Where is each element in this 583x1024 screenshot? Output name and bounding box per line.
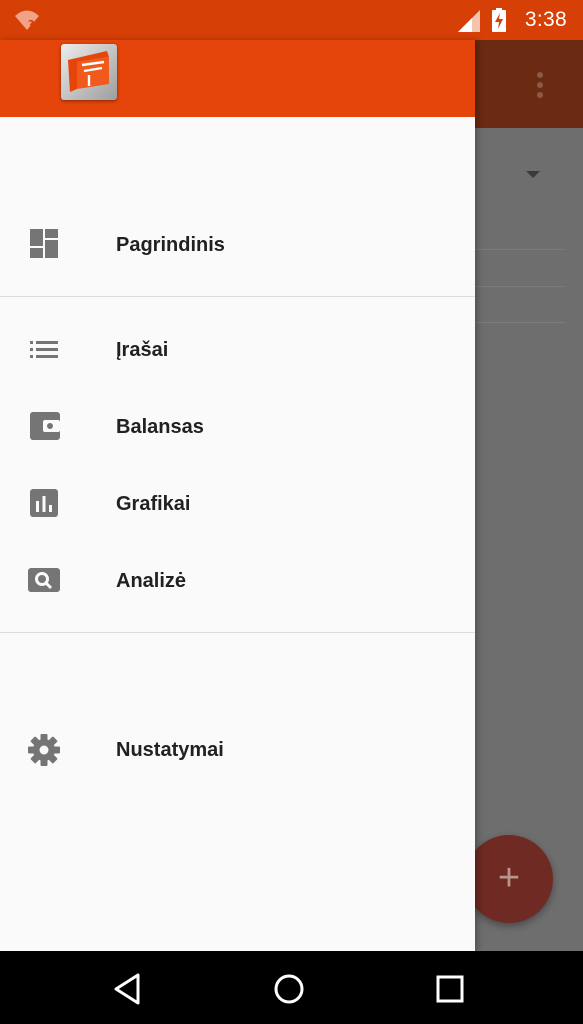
navigation-drawer: Pagrindinis Įrašai Balansas Grafikai Ana… — [0, 40, 475, 951]
status-bar: ? 3:38 — [0, 0, 583, 40]
gear-icon — [26, 734, 62, 766]
drawer-item-balansas[interactable]: Balansas — [0, 392, 475, 462]
dashboard-icon — [26, 229, 62, 261]
drawer-divider — [0, 632, 475, 633]
search-icon — [26, 565, 62, 597]
app-logo-icon — [61, 44, 117, 100]
background-toolbar — [475, 40, 583, 128]
status-time: 3:38 — [524, 8, 567, 31]
wifi-unknown-icon: ? — [14, 9, 40, 36]
bar-chart-icon — [26, 488, 62, 520]
list-icon — [26, 334, 62, 366]
background-divider — [475, 286, 565, 287]
cell-signal-icon — [458, 10, 482, 37]
drawer-item-label: Analizė — [116, 570, 187, 592]
drawer-item-irasai[interactable]: Įrašai — [0, 315, 475, 385]
drawer-item-label: Balansas — [116, 416, 204, 438]
drawer-item-label: Pagrindinis — [116, 234, 225, 256]
drawer-item-label: Įrašai — [116, 339, 169, 361]
background-content — [475, 128, 583, 951]
system-navigation-bar — [0, 951, 583, 1024]
drawer-item-nustatymai[interactable]: Nustatymai — [0, 715, 475, 785]
back-icon[interactable] — [108, 969, 148, 1009]
add-icon: + — [497, 857, 521, 899]
more-vert-icon[interactable] — [536, 72, 544, 103]
home-icon[interactable] — [269, 969, 309, 1009]
background-divider — [475, 249, 565, 250]
drawer-item-analize[interactable]: Analizė — [0, 546, 475, 616]
background-divider — [475, 322, 565, 323]
drawer-item-pagrindinis[interactable]: Pagrindinis — [0, 210, 475, 280]
svg-text:?: ? — [28, 18, 34, 31]
drawer-divider — [0, 296, 475, 297]
dropdown-arrow-icon[interactable] — [526, 171, 540, 178]
drawer-item-grafikai[interactable]: Grafikai — [0, 469, 475, 539]
recents-icon[interactable] — [430, 969, 470, 1009]
drawer-item-label: Grafikai — [116, 493, 191, 515]
drawer-header — [0, 40, 475, 117]
drawer-item-label: Nustatymai — [116, 739, 224, 761]
add-fab-button[interactable]: + — [465, 835, 553, 923]
wallet-icon — [26, 411, 62, 443]
battery-charging-icon — [492, 8, 506, 37]
